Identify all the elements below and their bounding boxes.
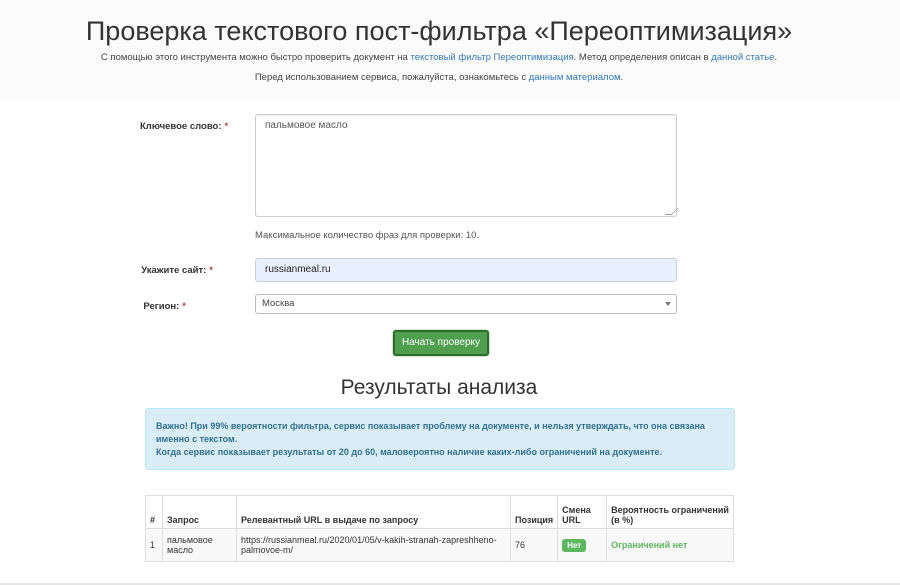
probability-text: Ограничений нет bbox=[611, 540, 688, 550]
column-header: Вероятность ограничений (в %) bbox=[606, 495, 734, 529]
row-url: https://russianmeal.ru/2020/01/05/v-kaki… bbox=[236, 528, 511, 562]
results-table: # Запрос Релевантный URL в выдаче по зап… bbox=[145, 495, 734, 562]
row-query: пальмовое масло bbox=[162, 528, 237, 562]
keyword-label: Ключевое слово: * bbox=[140, 121, 228, 132]
row-probability: Ограничений нет bbox=[606, 528, 734, 562]
column-header: Смена URL bbox=[557, 495, 608, 529]
status-badge: Нет bbox=[562, 538, 587, 552]
page-title: Проверка текстового пост-фильтра «Переоп… bbox=[85, 16, 793, 46]
intro-text-part: . Метод определения описан в bbox=[573, 52, 712, 63]
intro-text-part: С помощью этого инструмента можно быстро… bbox=[100, 52, 411, 63]
start-check-button[interactable]: Начать проверку bbox=[393, 330, 489, 356]
keyword-value: пальмовое масло bbox=[265, 120, 348, 131]
alert-line-2: Когда сервис показывает результаты от 20… bbox=[156, 447, 662, 457]
intro-text-part: Перед использованием сервиса, пожалуйста… bbox=[254, 72, 529, 83]
results-title: Результаты анализа bbox=[340, 376, 538, 399]
region-label: Регион: * bbox=[98, 301, 186, 312]
info-alert: Важно! При 99% вероятности фильтра, серв… bbox=[145, 408, 735, 470]
resize-grip-icon[interactable] bbox=[664, 208, 679, 215]
site-input[interactable]: russianmeal.ru bbox=[255, 258, 677, 282]
row-url-change: Нет bbox=[557, 528, 608, 562]
row-number: 1 bbox=[145, 528, 163, 562]
required-mark: * bbox=[209, 265, 213, 276]
region-value: Москва bbox=[262, 298, 295, 309]
site-value: russianmeal.ru bbox=[265, 264, 331, 275]
keyword-label-text: Ключевое слово: bbox=[140, 121, 222, 132]
required-mark: * bbox=[224, 121, 229, 132]
column-header: Запрос bbox=[162, 495, 237, 529]
keyword-help-text: Максимальное количество фраз для проверк… bbox=[255, 230, 480, 241]
required-mark: * bbox=[182, 301, 186, 312]
intro-notice: Перед использованием сервиса, пожалуйста… bbox=[0, 72, 878, 83]
article-link[interactable]: данной статье bbox=[711, 52, 774, 63]
keyword-textarea[interactable]: пальмовое масло bbox=[255, 114, 679, 217]
row-position: 76 bbox=[509, 528, 559, 562]
column-header: Релевантный URL в выдаче по запросу bbox=[236, 495, 511, 529]
column-header: # bbox=[145, 495, 163, 529]
region-select[interactable]: Москва bbox=[255, 294, 677, 314]
intro-text: С помощью этого инструмента можно быстро… bbox=[0, 52, 878, 63]
column-header: Позиция bbox=[509, 495, 559, 529]
site-label: Укажите сайт: * bbox=[125, 265, 213, 276]
intro-text-part: . bbox=[620, 72, 624, 83]
table-row: 1 пальмовое масло https://russianmeal.ru… bbox=[145, 528, 734, 562]
alert-line-1: Важно! При 99% вероятности фильтра, серв… bbox=[156, 421, 705, 444]
site-label-text: Укажите сайт: bbox=[141, 265, 207, 276]
intro-text-part: . bbox=[774, 52, 778, 63]
region-label-text: Регион: bbox=[143, 301, 180, 312]
table-header-row: # Запрос Релевантный URL в выдаче по зап… bbox=[145, 495, 734, 529]
filter-link[interactable]: текстовый фильтр Переоптимизация bbox=[410, 52, 573, 63]
material-link[interactable]: данным материалом bbox=[529, 72, 621, 83]
chevron-down-icon bbox=[665, 302, 671, 306]
